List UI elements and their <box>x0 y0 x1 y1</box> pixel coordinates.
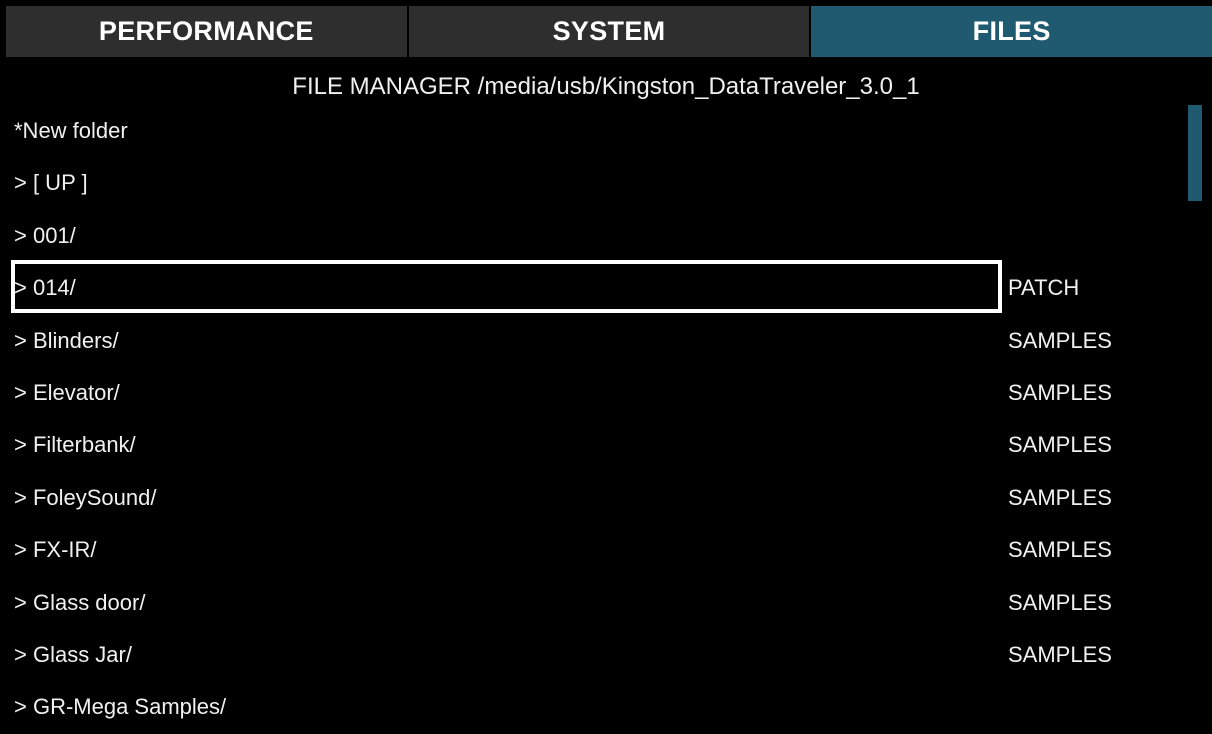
list-item[interactable]: > [ UP ] <box>0 157 1180 209</box>
list-item[interactable]: > FX-IR/ SAMPLES <box>0 524 1180 576</box>
file-name: > 014/ <box>14 275 76 301</box>
file-type: SAMPLES <box>1008 327 1112 353</box>
file-list: *New folder > [ UP ] > 001/ > 014/ PATCH… <box>0 105 1180 734</box>
file-name: > Glass Jar/ <box>14 641 132 667</box>
scrollbar[interactable] <box>1188 105 1202 723</box>
list-item[interactable]: > Blinders/ SAMPLES <box>0 315 1180 367</box>
list-item[interactable]: > 001/ <box>0 210 1180 262</box>
file-name: > [ UP ] <box>14 170 88 196</box>
file-name: *New folder <box>14 118 128 143</box>
file-name: > FoleySound/ <box>14 484 157 510</box>
file-type: SAMPLES <box>1008 537 1112 563</box>
list-item[interactable]: > Glass door/ SAMPLES <box>0 577 1180 629</box>
file-type: SAMPLES <box>1008 379 1112 405</box>
file-name: > FX-IR/ <box>14 537 97 563</box>
file-type: PATCH <box>1008 275 1080 301</box>
file-name: > Blinders/ <box>14 327 119 353</box>
tab-files[interactable]: FILES <box>811 6 1212 57</box>
tab-performance[interactable]: PERFORMANCE <box>6 6 407 57</box>
file-type: SAMPLES <box>1008 484 1112 510</box>
scrollbar-thumb[interactable] <box>1188 105 1202 201</box>
file-name: > Elevator/ <box>14 379 120 405</box>
file-name: > Glass door/ <box>14 589 146 615</box>
file-name: > GR-Mega Samples/ <box>14 694 227 720</box>
file-type: SAMPLES <box>1008 641 1112 667</box>
file-type: SAMPLES <box>1008 432 1112 458</box>
list-item[interactable]: *New folder <box>0 105 1180 157</box>
tab-bar: PERFORMANCE SYSTEM FILES <box>0 0 1212 57</box>
list-item-selected[interactable]: > 014/ PATCH <box>0 262 1180 314</box>
tab-system[interactable]: SYSTEM <box>408 6 810 57</box>
list-item[interactable]: > Elevator/ SAMPLES <box>0 367 1180 419</box>
file-type: SAMPLES <box>1008 589 1112 615</box>
list-item[interactable]: > FoleySound/ SAMPLES <box>0 472 1180 524</box>
list-item[interactable]: > Glass Jar/ SAMPLES <box>0 629 1180 681</box>
file-manager-path-title: FILE MANAGER /media/usb/Kingston_DataTra… <box>292 73 920 100</box>
list-item[interactable]: > Filterbank/ SAMPLES <box>0 419 1180 471</box>
file-name: > 001/ <box>14 222 76 248</box>
file-name: > Filterbank/ <box>14 432 136 458</box>
list-item[interactable]: > GR-Mega Samples/ <box>0 681 1180 733</box>
